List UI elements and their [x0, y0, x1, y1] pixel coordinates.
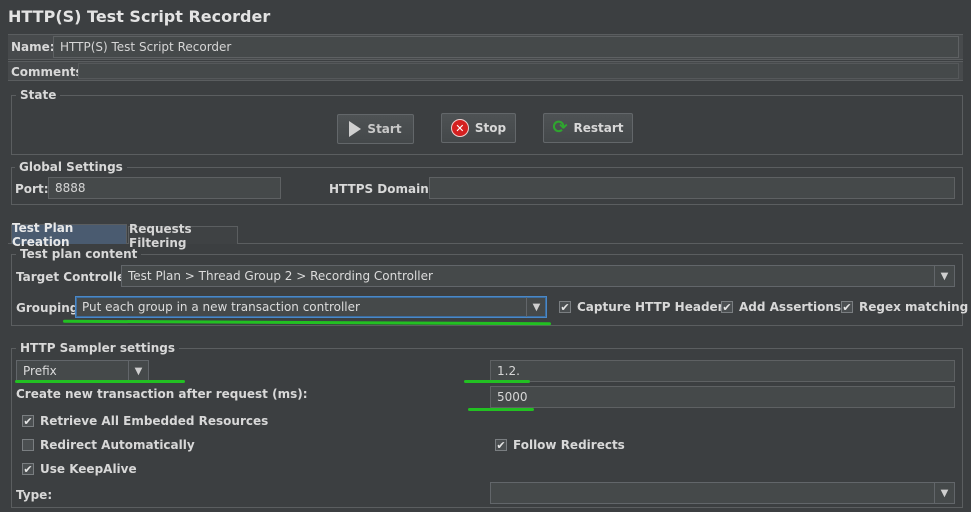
add-assertions-label: Add Assertions [739, 300, 842, 314]
state-group-title: State [16, 88, 61, 102]
comments-label: Comments: [11, 65, 88, 79]
grouping-value: Put each group in a new transaction cont… [82, 300, 360, 314]
capture-headers-label: Capture HTTP Headers [577, 300, 731, 314]
add-assertions-checkbox[interactable]: ✔ Add Assertions [721, 300, 841, 314]
checkmark-icon: ✔ [559, 300, 571, 314]
follow-redirects-label: Follow Redirects [513, 438, 625, 452]
stop-button-label: Stop [474, 121, 507, 135]
stop-icon: ✕ [450, 119, 469, 137]
chevron-down-icon: ▼ [128, 361, 148, 381]
naming-scheme-select[interactable]: Prefix ▼ [16, 360, 149, 382]
name-input[interactable]: HTTP(S) Test Script Recorder [53, 36, 959, 58]
grouping-select[interactable]: Put each group in a new transaction cont… [75, 296, 547, 318]
redirect-automatically-checkbox[interactable]: Redirect Automatically [22, 438, 195, 452]
window-title: HTTP(S) Test Script Recorder [8, 7, 271, 26]
start-button-label: Start [367, 122, 402, 136]
stop-button[interactable]: ✕ Stop [441, 113, 516, 143]
type-label: Type: [16, 488, 53, 502]
target-controller-select[interactable]: Test Plan > Thread Group 2 > Recording C… [121, 265, 955, 287]
redirect-automatically-label: Redirect Automatically [40, 438, 195, 452]
checkmark-icon: ✔ [495, 438, 507, 452]
unchecked-box-icon [22, 439, 34, 451]
restart-button[interactable]: ⟳ Restart [543, 113, 633, 143]
highlight-underline-timeout [468, 408, 534, 411]
global-settings-title: Global Settings [15, 160, 127, 174]
chevron-down-icon: ▼ [934, 483, 954, 503]
target-controller-value: Test Plan > Thread Group 2 > Recording C… [128, 269, 433, 283]
chevron-down-icon: ▼ [934, 266, 954, 286]
checkmark-icon: ✔ [721, 300, 733, 314]
sampler-group-title: HTTP Sampler settings [16, 341, 179, 355]
transaction-timeout-input[interactable]: 5000 [490, 386, 955, 408]
test-plan-group-title: Test plan content [16, 247, 142, 261]
comments-input[interactable] [78, 63, 959, 79]
highlight-underline-prefix [15, 380, 185, 383]
tab-requests-filtering[interactable]: Requests Filtering [128, 222, 238, 250]
checkmark-icon: ✔ [22, 462, 34, 476]
type-select[interactable]: ▼ [490, 482, 955, 504]
port-label: Port: [15, 182, 49, 196]
checkmark-icon: ✔ [22, 414, 34, 428]
retrieve-resources-label: Retrieve All Embedded Resources [40, 414, 269, 428]
tab-test-plan-creation[interactable]: Test Plan Creation [11, 221, 127, 249]
target-controller-label: Target Controller: [16, 270, 136, 284]
play-icon [349, 121, 362, 137]
name-label: Name: [11, 40, 55, 54]
follow-redirects-checkbox[interactable]: ✔ Follow Redirects [495, 438, 625, 452]
restart-icon: ⟳ [552, 117, 568, 138]
start-button[interactable]: Start [337, 114, 414, 144]
https-domains-input[interactable] [429, 177, 955, 199]
transaction-timeout-label: Create new transaction after request (ms… [16, 387, 308, 401]
retrieve-resources-checkbox[interactable]: ✔ Retrieve All Embedded Resources [22, 414, 268, 428]
chevron-down-icon: ▼ [526, 297, 546, 317]
prefix-input[interactable]: 1.2. [490, 360, 955, 382]
naming-scheme-value: Prefix [23, 364, 57, 378]
regex-matching-checkbox[interactable]: ✔ Regex matching [841, 300, 968, 314]
restart-button-label: Restart [573, 121, 624, 135]
keepalive-checkbox[interactable]: ✔ Use KeepAlive [22, 462, 137, 476]
keepalive-label: Use KeepAlive [40, 462, 137, 476]
port-input[interactable]: 8888 [48, 177, 281, 199]
capture-headers-checkbox[interactable]: ✔ Capture HTTP Headers [559, 300, 731, 314]
highlight-underline-prefix-value [464, 380, 530, 383]
checkmark-icon: ✔ [841, 300, 853, 314]
grouping-label: Grouping: [16, 301, 84, 315]
regex-matching-label: Regex matching [859, 300, 969, 314]
https-domains-label: HTTPS Domains: [329, 182, 441, 196]
